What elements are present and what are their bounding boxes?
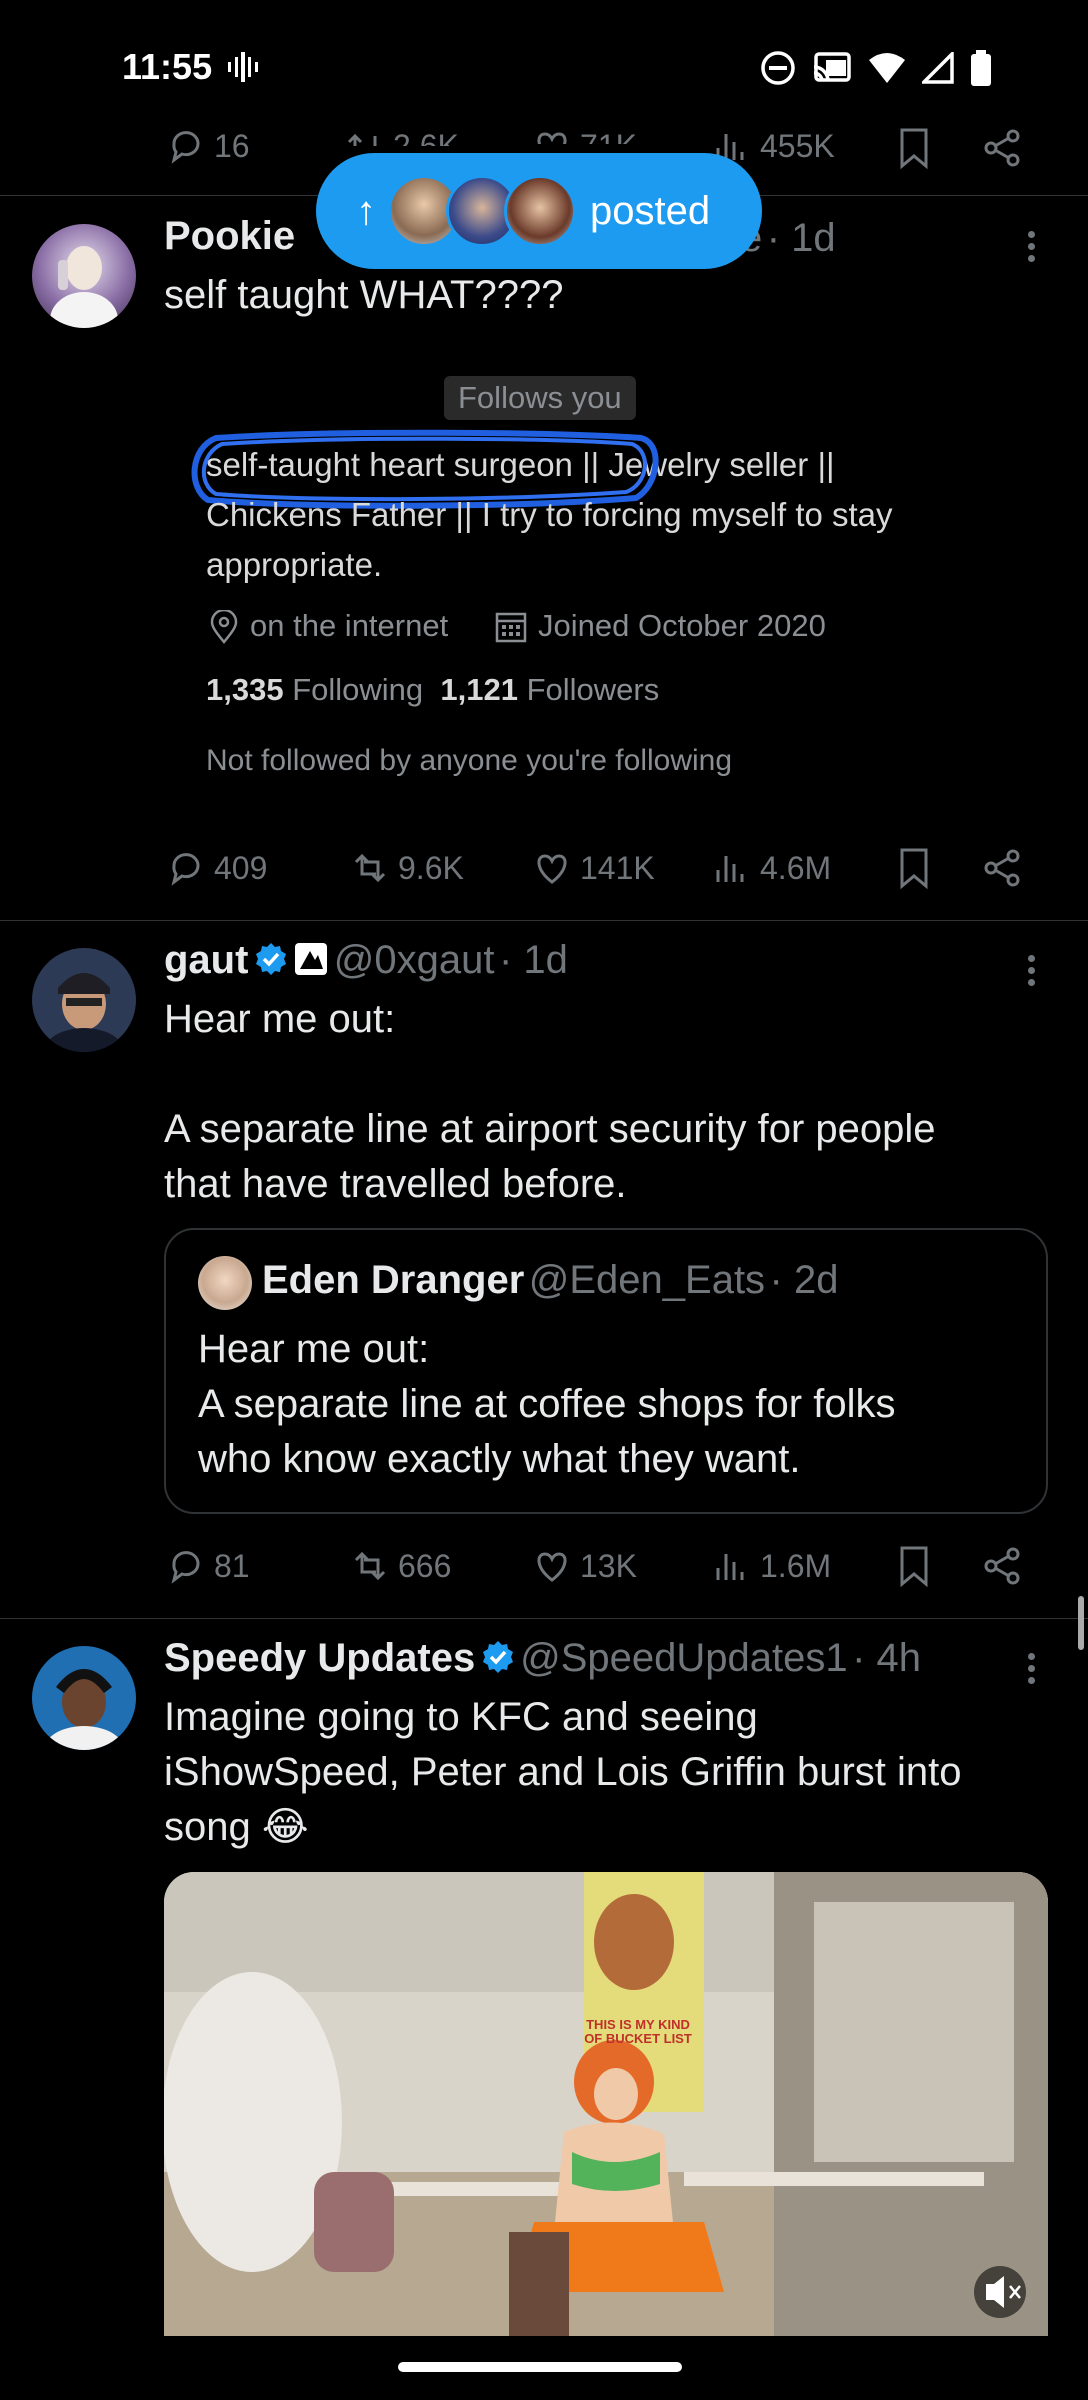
arrow-up-icon: ↑ xyxy=(356,188,376,233)
views-button[interactable]: 4.6M xyxy=(712,848,831,888)
more-icon[interactable] xyxy=(1026,1648,1036,1689)
share-icon[interactable] xyxy=(980,1544,1024,1588)
reply-icon xyxy=(171,131,200,164)
dnd-icon xyxy=(761,51,795,85)
tweet-text: Hear me out: A separate line at airport … xyxy=(164,997,936,1206)
repost-count: 666 xyxy=(398,1547,452,1584)
tweet-header: gaut @0xgaut · 1d xyxy=(164,938,568,983)
share-icon[interactable] xyxy=(980,126,1024,170)
posted-label: posted xyxy=(590,188,711,233)
scrollbar-thumb[interactable] xyxy=(1078,1596,1084,1650)
avatar xyxy=(504,175,576,247)
views-count: 1.6M xyxy=(760,1547,832,1584)
reply-icon xyxy=(171,1551,200,1584)
reply-button[interactable]: 16 xyxy=(166,126,250,166)
video-media[interactable]: THIS IS MY KIND OF BUCKET LIST xyxy=(164,1872,1048,2336)
verified-badge-icon xyxy=(482,1641,513,1673)
heart-icon xyxy=(537,1552,567,1582)
display-name[interactable]: Pookie xyxy=(164,214,295,258)
bookmark-icon[interactable] xyxy=(894,1544,934,1588)
status-time: 11:55 xyxy=(122,46,213,87)
avatar xyxy=(198,1256,252,1310)
bookmark-icon[interactable] xyxy=(894,846,934,890)
avatar[interactable] xyxy=(32,224,136,328)
vibrate-icon xyxy=(228,52,258,82)
verified-badge-icon xyxy=(255,943,286,975)
calendar-icon xyxy=(495,612,527,643)
affiliate-badge-icon xyxy=(295,943,328,975)
following-count: 1,335 xyxy=(206,672,284,707)
quote-timestamp: · 2d xyxy=(769,1258,839,1302)
wifi-icon xyxy=(869,53,905,83)
joined-text: Joined October 2020 xyxy=(538,608,826,643)
bookmark-icon[interactable] xyxy=(894,126,934,170)
divider xyxy=(0,920,1088,921)
followers-count: 1,121 xyxy=(440,672,518,707)
like-count: 141K xyxy=(580,849,655,886)
repost-icon xyxy=(354,853,386,883)
quote-header: Eden Dranger @Eden_Eats · 2d xyxy=(262,1258,838,1303)
battery-icon xyxy=(971,50,991,86)
quote-text: Hear me out: A separate line at coffee s… xyxy=(198,1327,896,1481)
handle: @0xgaut xyxy=(333,938,495,982)
like-button[interactable]: 141K xyxy=(532,848,655,888)
reply-count: 409 xyxy=(214,849,268,886)
follows-you-badge: Follows you xyxy=(444,376,636,420)
views-icon xyxy=(716,856,744,882)
heart-icon xyxy=(537,854,567,884)
quote-handle: @Eden_Eats xyxy=(528,1258,766,1302)
display-name[interactable]: gaut xyxy=(164,938,248,982)
avatar[interactable] xyxy=(32,948,136,1052)
like-button[interactable]: 13K xyxy=(532,1546,637,1586)
follow-stats: 1,335 Following 1,121 Followers xyxy=(206,672,659,708)
more-icon[interactable] xyxy=(1026,226,1036,267)
tweet-text: self taught WHAT???? xyxy=(164,273,564,317)
handle: @SpeedUpdates1 xyxy=(520,1636,848,1680)
repost-icon xyxy=(354,1551,386,1581)
repost-count: 9.6K xyxy=(398,849,464,886)
status-bar: 11:55 xyxy=(0,0,1088,130)
following-label: Following xyxy=(292,672,424,707)
views-count: 455K xyxy=(760,127,835,164)
repost-button[interactable]: 9.6K xyxy=(350,848,464,888)
reply-button[interactable]: 409 xyxy=(166,848,267,888)
more-icon[interactable] xyxy=(1026,950,1036,991)
reply-count: 16 xyxy=(214,127,250,164)
tweet-text: Imagine going to KFC and seeing iShowSpe… xyxy=(164,1695,962,1849)
poster-text: THIS IS MY KIND OF BUCKET LIST xyxy=(584,2017,692,2046)
home-gesture-bar[interactable] xyxy=(398,2362,682,2372)
tweet-header: Speedy Updates @SpeedUpdates1 · 4h xyxy=(164,1636,921,1681)
reply-button[interactable]: 81 xyxy=(166,1546,250,1586)
like-count: 13K xyxy=(580,1547,637,1584)
video-frame xyxy=(164,1872,1048,2336)
location-text: on the internet xyxy=(250,608,449,643)
bio-line-3: appropriate. xyxy=(206,546,383,583)
views-count: 4.6M xyxy=(760,849,832,886)
poster-avatars xyxy=(388,175,576,247)
views-button[interactable]: 1.6M xyxy=(712,1546,831,1586)
share-icon[interactable] xyxy=(980,846,1024,890)
new-posts-pill[interactable]: ↑ posted xyxy=(316,153,762,269)
avatar[interactable] xyxy=(32,1646,136,1750)
bio-line-2: Chickens Father || I try to forcing myse… xyxy=(206,496,893,533)
repost-button[interactable]: 666 xyxy=(350,1546,451,1586)
quote-display-name: Eden Dranger xyxy=(262,1258,525,1302)
quoted-tweet[interactable]: Eden Dranger @Eden_Eats · 2d Hear me out… xyxy=(164,1228,1048,1514)
not-followed-text: Not followed by anyone you're following xyxy=(206,744,733,777)
followers-label: Followers xyxy=(526,672,660,707)
signal-icon xyxy=(922,52,954,84)
timestamp[interactable]: · 1d xyxy=(767,216,836,260)
timestamp[interactable]: · 1d xyxy=(499,938,568,982)
reply-count: 81 xyxy=(214,1547,250,1584)
divider xyxy=(0,1618,1088,1619)
views-icon xyxy=(716,1554,744,1580)
location-icon xyxy=(210,610,238,644)
cast-icon xyxy=(813,52,851,82)
display-name[interactable]: Speedy Updates xyxy=(164,1636,475,1680)
tweet-header: Pookie xyxy=(164,214,295,259)
reply-icon xyxy=(171,853,200,886)
timestamp[interactable]: · 4h xyxy=(852,1636,921,1680)
